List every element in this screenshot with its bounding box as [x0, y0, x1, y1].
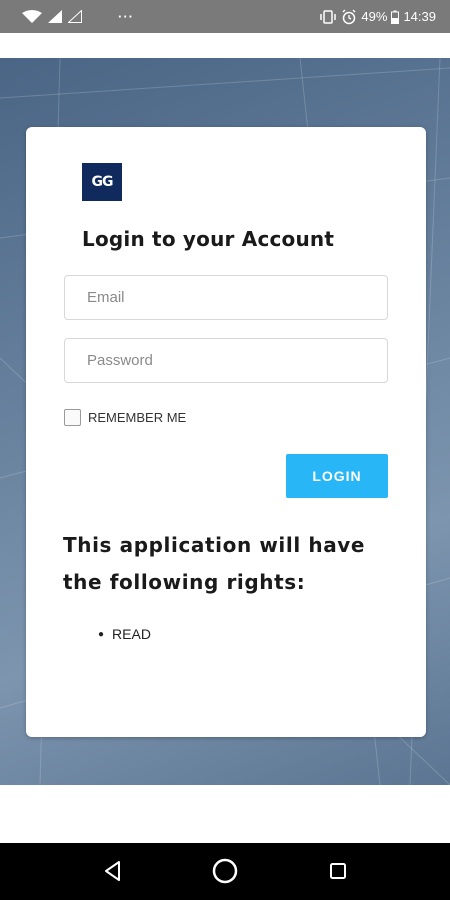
list-item: ● READ	[98, 626, 151, 642]
brand-logo: GG	[82, 163, 122, 201]
vibrate-icon	[320, 9, 337, 24]
signal-empty-icon	[68, 10, 82, 23]
remember-me-checkbox[interactable]	[64, 409, 81, 426]
alarm-icon	[342, 8, 356, 24]
wifi-icon	[22, 9, 42, 23]
page-title: Login to your Account	[82, 227, 335, 251]
rights-item-label: READ	[112, 626, 151, 642]
bullet-icon: ●	[98, 628, 105, 640]
rights-heading: This application will have the following…	[63, 533, 366, 594]
status-left: ···	[22, 9, 134, 24]
login-card: GG Login to your Account REMEMBER ME LOG…	[26, 127, 426, 737]
remember-me-label: REMEMBER ME	[88, 410, 187, 425]
signal-icon	[48, 10, 62, 23]
navigation-bar	[0, 843, 450, 900]
battery-icon	[391, 10, 400, 24]
login-button[interactable]: LOGIN	[286, 454, 388, 498]
recents-icon[interactable]	[324, 857, 352, 885]
home-icon[interactable]	[211, 857, 239, 885]
clock: 14:39	[403, 9, 436, 24]
status-right: 49% 14:39	[319, 8, 436, 25]
top-strip	[0, 33, 450, 58]
back-icon[interactable]	[99, 857, 127, 885]
overflow-notifications: ···	[118, 9, 134, 24]
battery-percent: 49%	[361, 9, 388, 24]
bottom-strip	[0, 785, 450, 843]
remember-me-row[interactable]: REMEMBER ME	[64, 409, 186, 426]
status-bar: ··· 49% 14:39	[0, 0, 450, 33]
rights-list: ● READ	[98, 626, 151, 642]
password-field[interactable]	[64, 338, 388, 383]
email-field[interactable]	[64, 275, 388, 320]
